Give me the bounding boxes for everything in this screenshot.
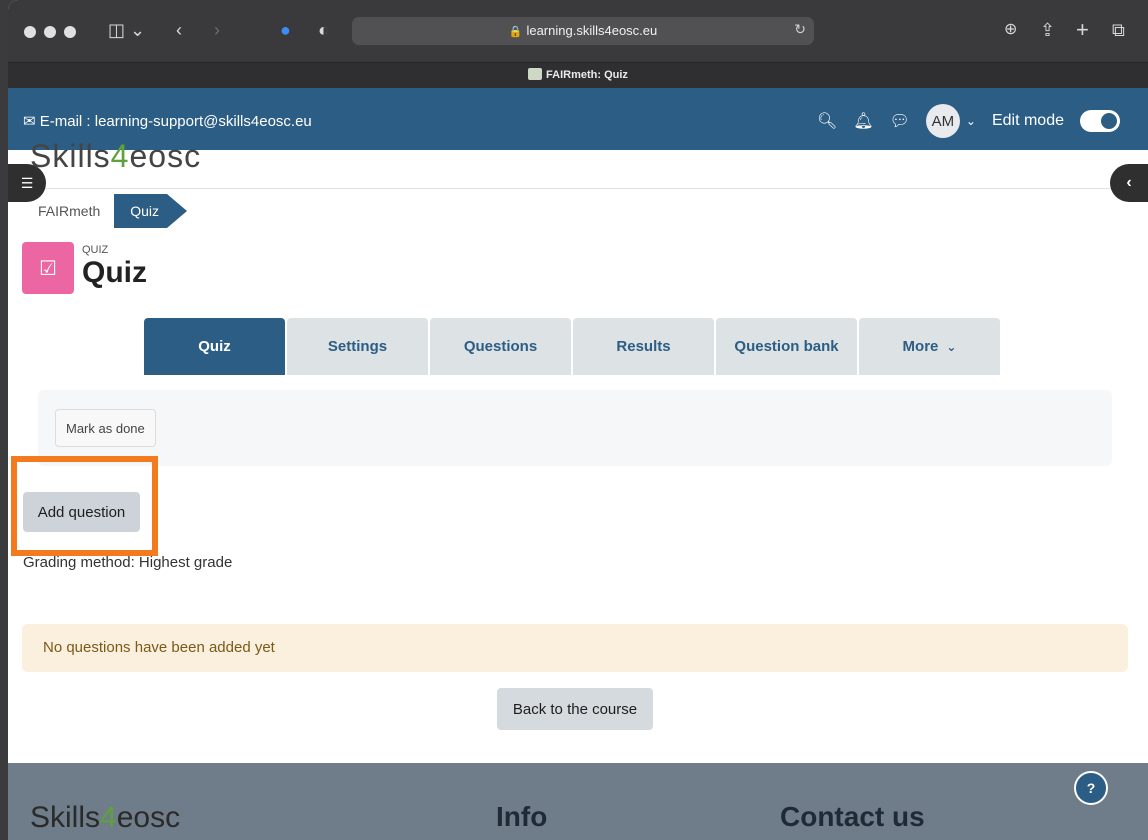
footer-info-heading: Info [496, 801, 548, 832]
main-content: Skills4eosc ☰ ‹ FAIRmeth Quiz ☑ QUIZ Qui… [8, 138, 1148, 763]
tab-question-bank[interactable]: Question bank [716, 318, 857, 375]
block-drawer-button[interactable]: ‹ [1110, 164, 1148, 202]
activity-completion-panel: Mark as done [38, 390, 1112, 466]
forward-icon[interactable]: › [214, 18, 220, 42]
envelope-icon: ✉ [23, 113, 36, 130]
mark-as-done-button[interactable]: Mark as done [55, 409, 156, 447]
tab-bar: FAIRmeth: Quiz [8, 62, 1148, 88]
browser-tab[interactable]: FAIRmeth: Quiz [8, 68, 1148, 81]
privacy-shield-icon[interactable]: ◐ [318, 18, 329, 42]
tab-questions[interactable]: Questions [430, 318, 571, 375]
new-tab-icon[interactable]: + [1076, 18, 1089, 42]
tab-overview-icon[interactable]: ⧉ [1112, 18, 1125, 42]
back-icon[interactable]: ‹ [176, 18, 182, 42]
zoom-window-button[interactable] [64, 26, 76, 38]
activity-type-label: QUIZ [82, 244, 109, 256]
window-controls[interactable] [24, 26, 76, 38]
breadcrumb-current: Quiz [114, 194, 187, 228]
edit-mode-label: Edit mode [991, 112, 1064, 129]
page-footer: Skills4eosc Info Contact us ? [8, 763, 1148, 840]
tab-more-label: More [902, 338, 939, 355]
search-icon[interactable]: 🔍︎ [817, 111, 837, 131]
page-title: Quiz [82, 256, 147, 289]
tab-results[interactable]: Results [573, 318, 714, 375]
site-logo[interactable]: Skills4eosc [30, 138, 201, 175]
footer-contact-heading: Contact us [780, 801, 925, 832]
minimize-window-button[interactable] [44, 26, 56, 38]
browser-window: ◫ ⌄ ‹ › ● ◐ 🔒 learning.skills4eosc.eu ↻ ⊕… [8, 0, 1148, 840]
user-avatar[interactable]: AM [925, 104, 960, 138]
browser-toolbar: ◫ ⌄ ‹ › ● ◐ 🔒 learning.skills4eosc.eu ↻ ⊕… [8, 0, 1148, 62]
user-menu-chevron-icon[interactable]: ⌄ [966, 114, 976, 128]
header-divider [30, 188, 1148, 189]
browser-chrome: ◫ ⌄ ‹ › ● ◐ 🔒 learning.skills4eosc.eu ↻ ⊕… [8, 0, 1148, 88]
reload-icon[interactable]: ↻ [794, 21, 806, 38]
downloads-icon[interactable]: ⊕ [1004, 18, 1017, 42]
url-text: learning.skills4eosc.eu [526, 23, 658, 38]
extension-icon[interactable]: ● [280, 18, 291, 42]
lock-icon: 🔒 [508, 26, 523, 38]
add-question-button[interactable]: Add question [23, 492, 140, 532]
support-email-link[interactable]: ✉ E-mail : learning-support@skills4eosc.… [23, 112, 312, 130]
chevron-left-icon: ‹ [1126, 174, 1132, 191]
breadcrumb-course-link[interactable]: FAIRmeth [30, 203, 114, 219]
close-window-button[interactable] [24, 26, 36, 38]
help-button[interactable]: ? [1074, 771, 1108, 805]
sidebar-toggle-icon[interactable]: ◫ ⌄ [108, 18, 145, 42]
back-to-course-button[interactable]: Back to the course [497, 688, 653, 730]
favicon-icon [528, 68, 543, 80]
support-email-text: E-mail : learning-support@skills4eosc.eu [39, 113, 312, 130]
edit-mode-toggle[interactable] [1080, 110, 1120, 132]
chevron-down-icon: ⌄ [946, 339, 957, 354]
tab-quiz[interactable]: Quiz [144, 318, 285, 375]
tab-more[interactable]: More ⌄ [859, 318, 1000, 375]
share-icon[interactable]: ⇪ [1040, 18, 1055, 42]
list-icon: ☰ [20, 174, 34, 191]
tab-settings[interactable]: Settings [287, 318, 428, 375]
secondary-navigation: Quiz Settings Questions Results Question… [144, 318, 1000, 375]
browser-tab-title: FAIRmeth: Quiz [546, 69, 628, 81]
notifications-bell-icon[interactable]: 🔔︎ [853, 111, 873, 131]
quiz-activity-icon: ☑ [22, 242, 74, 294]
breadcrumb: FAIRmeth Quiz [30, 194, 187, 228]
footer-logo: Skills4eosc [30, 801, 181, 834]
address-bar[interactable]: 🔒 learning.skills4eosc.eu ↻ [352, 17, 814, 45]
no-questions-notice: No questions have been added yet [22, 624, 1128, 672]
messages-icon[interactable]: 💬︎ [890, 111, 910, 131]
grading-method-text: Grading method: Highest grade [23, 554, 233, 571]
